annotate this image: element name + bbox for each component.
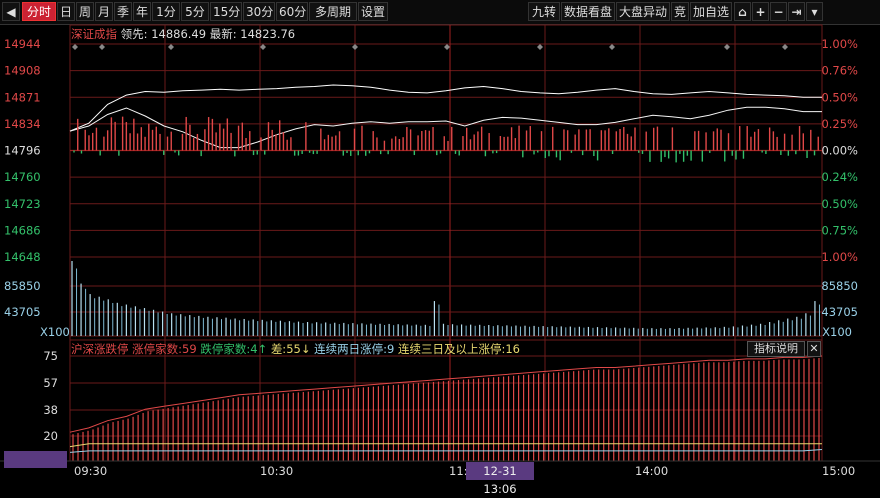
price-tick-left: 14686 [4, 223, 41, 237]
time-label: 15:00 [822, 464, 855, 478]
price-tick-left: 14760 [4, 170, 41, 184]
event-marker [444, 44, 450, 50]
limit-down-value: 4↑ [250, 342, 268, 356]
index-name: 深证成指 [71, 27, 117, 41]
chart-svg[interactable]: 14944 1.00% 14908 0.76% 14871 0.50% 14834 0.25%… [0, 0, 880, 482]
price-tick-left: 14944 [4, 37, 41, 51]
price-tick-right: 0.50% [821, 197, 858, 211]
close-icon[interactable]: ✕ [807, 341, 821, 357]
volume-unit-left: X100 [40, 325, 70, 339]
lead-value: 14886.49 [151, 27, 207, 41]
event-marker [724, 44, 730, 50]
lead-label: 领先: [120, 27, 148, 41]
latest-label: 最新: [209, 27, 237, 41]
time-label: 11: [449, 464, 468, 478]
limit-title: 沪深涨跌停 [71, 342, 129, 356]
cursor-time-label: 12-31 13:06 [466, 462, 534, 496]
time-label: 14:00 [635, 464, 668, 478]
event-marker [609, 44, 615, 50]
price-tick-left: 14871 [4, 90, 41, 104]
time-label: 10:30 [260, 464, 293, 478]
event-marker [352, 44, 358, 50]
three-day-label: 连续三日及以上涨停: [397, 342, 506, 356]
limit-tick-left: 20 [43, 429, 58, 443]
intraday-chart[interactable]: 14944 1.00% 14908 0.76% 14871 0.50% 14834 0.25%… [0, 0, 880, 482]
limit-up-label: 涨停家数: [132, 342, 183, 356]
two-day-label: 连续两日涨停: [314, 342, 387, 356]
limit-up-value: 59 [182, 342, 197, 356]
diff-value: 55↓ [286, 342, 311, 356]
limit-down-label: 跌停家数: [200, 342, 251, 356]
price-tick-left: 14908 [4, 64, 41, 78]
time-label: 09:30 [74, 464, 107, 478]
volume-tick-right: 85850 [821, 279, 858, 293]
price-tick-right: 0.24% [821, 170, 858, 184]
price-tick-left: 14796 [4, 144, 41, 158]
price-tick-left: 14834 [4, 117, 41, 131]
limit-tick-left: 38 [43, 403, 58, 417]
latest-value: 14823.76 [240, 27, 296, 41]
volume-unit-right: X100 [822, 325, 852, 339]
event-marker [260, 44, 266, 50]
price-tick-right: 0.50% [821, 90, 858, 104]
price-tick-left: 14723 [4, 197, 41, 211]
three-day-value: 16 [505, 342, 520, 356]
limit-header: 沪深涨跌停 涨停家数:59 跌停家数:4↑ 差:55↓ 连续两日涨停:9 连续三… [71, 341, 520, 357]
volume-tick-right: 43705 [821, 305, 858, 319]
volume-tick-left: 43705 [4, 305, 41, 319]
price-tick-right: 1.00% [821, 37, 858, 51]
limit-tick-left: 57 [43, 376, 58, 390]
event-marker [99, 44, 105, 50]
limit-tick-left: 75 [43, 349, 58, 363]
price-tick-right: 0.25% [821, 117, 858, 131]
event-marker [72, 44, 78, 50]
volume-tick-left: 85850 [4, 279, 41, 293]
price-tick-right: 0.75% [821, 223, 858, 237]
event-marker [537, 44, 543, 50]
price-header: 深证成指 领先: 14886.49 最新: 14823.76 [71, 26, 295, 42]
event-marker [168, 44, 174, 50]
two-day-value: 9 [387, 342, 395, 356]
price-tick-right: 1.00% [821, 250, 858, 264]
price-tick-right: 0.00% [821, 144, 858, 158]
indicator-help-button[interactable]: 指标说明 [747, 341, 805, 357]
diff-label: 差: [270, 342, 287, 356]
price-tick-right: 0.76% [821, 64, 858, 78]
cursor-value-marker [4, 451, 67, 468]
price-tick-left: 14648 [4, 250, 41, 264]
event-marker [782, 44, 788, 50]
